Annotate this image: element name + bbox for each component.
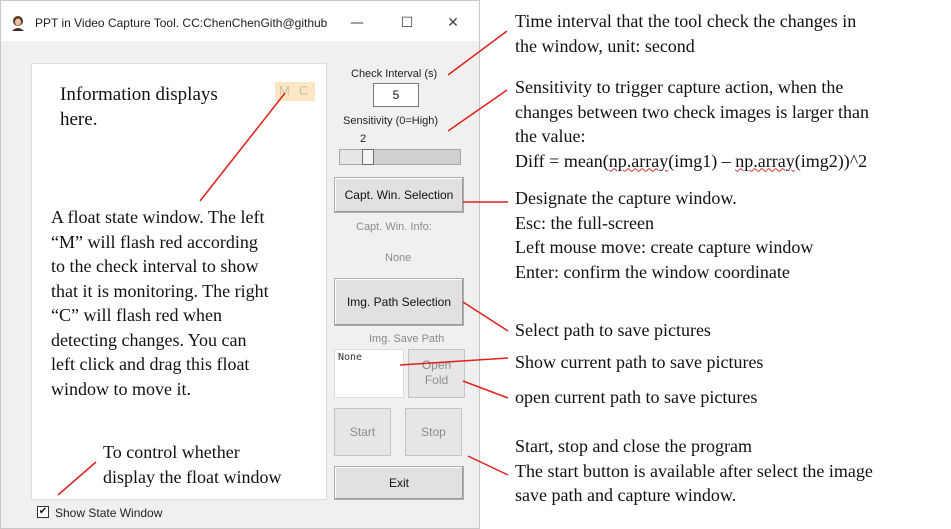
annotation-capture-line2: Esc: the full-screen [515, 212, 654, 233]
annotation-line-show-path [399, 357, 509, 366]
annotation-float-line4: that it is monitoring. The right [51, 280, 269, 301]
annotation-sensitivity-line3: the value: [515, 126, 586, 146]
annotation-line-float-toggle [57, 461, 97, 496]
annotation-float-line6: detecting changes. You can [51, 329, 247, 350]
annotation-line-float-window [199, 92, 286, 202]
annotation-start-stop: Start, stop and close the program The st… [515, 434, 873, 508]
annotation-float-line5: “C” will flash red when [51, 305, 222, 325]
annotation-interval-line2: the window, unit: second [515, 35, 695, 56]
annotation-show-path: Show current path to save pictures [515, 352, 764, 372]
annotation-start-stop-line2: The start button is available after sele… [515, 460, 873, 481]
annotation-capture-line4: Enter: confirm the window coordinate [515, 261, 790, 282]
formula-np-array-1: np.array [608, 150, 669, 171]
annotation-capture-line3: Left mouse move: create capture window [515, 237, 814, 257]
annotation-sensitivity: Sensitivity to trigger capture action, w… [515, 75, 869, 173]
annotation-capture-line1: Designate the capture window. [515, 188, 737, 208]
annotation-float-toggle-line1: To control whether [103, 442, 240, 462]
annotation-float-window: A float state window. The left “M” will … [51, 205, 269, 401]
annotation-formula: Diff = mean(np.array(img1) – np.array(im… [515, 149, 869, 174]
annotation-float-toggle-line2: display the float window [103, 466, 282, 487]
annotation-line-open-path [462, 380, 509, 399]
formula-part-c: (img2))^2 [794, 150, 868, 171]
annotation-float-line3: to the check interval to show [51, 256, 259, 276]
annotation-float-line1: A float state window. The left [51, 207, 265, 227]
formula-np-array-2: np.array [735, 150, 795, 171]
formula-part-b: (img1) – [668, 150, 736, 171]
annotation-start-stop-line1: Start, stop and close the program [515, 436, 752, 456]
annotation-start-stop-line3: save path and capture window. [515, 485, 737, 505]
annotation-float-line8: window to move it. [51, 378, 191, 399]
formula-part-a: Diff = mean( [515, 150, 609, 171]
annotation-interval: Time interval that the tool check the ch… [515, 9, 856, 58]
annotation-float-line7: left click and drag this float [51, 354, 250, 374]
annotation-open-path: open current path to save pictures [515, 387, 758, 407]
annotation-line-select-path [462, 301, 509, 332]
annotation-capture: Designate the capture window. Esc: the f… [515, 186, 813, 284]
annotation-line-interval [447, 30, 508, 76]
annotation-sensitivity-line2: changes between two check images is larg… [515, 101, 870, 122]
annotation-line-sensitivity [447, 89, 508, 132]
annotation-float-line2: “M” will flash red according [51, 231, 258, 252]
annotation-float-toggle: To control whether display the float win… [103, 440, 281, 489]
annotation-select-path: Select path to save pictures [515, 320, 711, 340]
annotation-sensitivity-line1: Sensitivity to trigger capture action, w… [515, 77, 844, 97]
annotation-line-start-stop [467, 455, 509, 476]
annotation-interval-line1: Time interval that the tool check the ch… [515, 11, 857, 31]
